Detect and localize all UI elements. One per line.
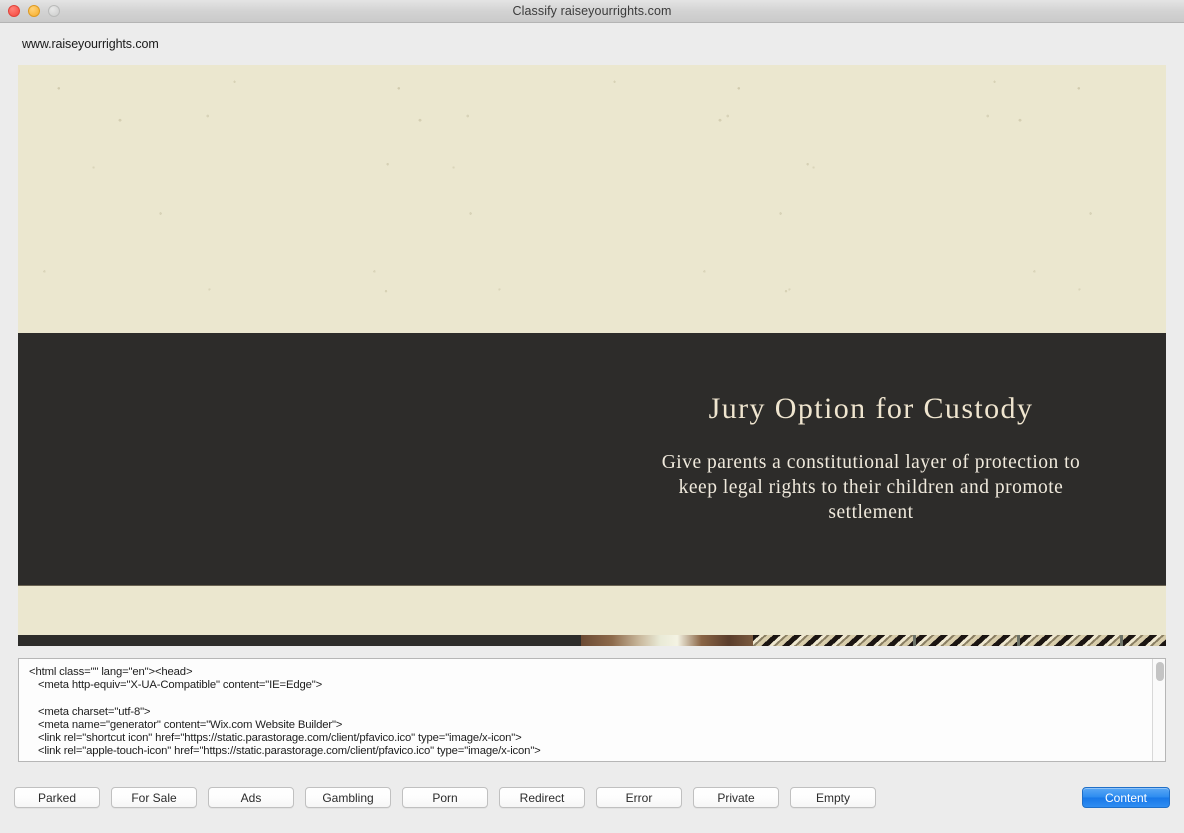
preview-photo-post-2	[1016, 635, 1020, 646]
classify-button-redirect[interactable]: Redirect	[499, 787, 585, 808]
preview-hero-title: Jury Option for Custody	[708, 392, 1034, 426]
preview-hero-content: Jury Option for Custody Give parents a c…	[584, 333, 1158, 585]
minimize-window-icon[interactable]	[28, 5, 40, 17]
html-source-scrollbar[interactable]	[1152, 659, 1165, 761]
preview-photo-post-1	[913, 635, 917, 646]
classify-button-empty[interactable]: Empty	[790, 787, 876, 808]
preview-photo-window-frame	[580, 635, 753, 646]
preview-lower-band	[18, 585, 1166, 636]
classification-toolbar: Parked For Sale Ads Gambling Porn Redire…	[0, 762, 1184, 833]
classify-button-porn[interactable]: Porn	[402, 787, 488, 808]
window-titlebar: Classify raiseyourrights.com	[0, 0, 1184, 23]
preview-hero-subtitle: Give parents a constitutional layer of p…	[661, 452, 1081, 523]
window-title: Classify raiseyourrights.com	[512, 4, 672, 18]
classify-window: Classify raiseyourrights.com www.raiseyo…	[0, 0, 1184, 833]
classify-button-private[interactable]: Private	[693, 787, 779, 808]
html-source-text: <html class="" lang="en"><head> <meta ht…	[29, 666, 541, 758]
preview-photo-strip	[18, 635, 1166, 646]
close-window-icon[interactable]	[8, 5, 20, 17]
classify-button-gambling[interactable]: Gambling	[305, 787, 391, 808]
html-source-scrollbar-thumb[interactable]	[1155, 662, 1164, 681]
site-screenshot-preview[interactable]: Jury Option for Custody Give parents a c…	[18, 65, 1166, 646]
classify-button-content[interactable]: Content	[1082, 787, 1170, 808]
classify-button-for-sale[interactable]: For Sale	[111, 787, 197, 808]
preview-photo-blinds	[752, 635, 1166, 646]
classify-button-error[interactable]: Error	[596, 787, 682, 808]
preview-hero-band: Jury Option for Custody Give parents a c…	[18, 333, 1166, 585]
traffic-light-group	[8, 0, 60, 22]
site-url-label: www.raiseyourrights.com	[22, 37, 159, 51]
classify-button-ads[interactable]: Ads	[208, 787, 294, 808]
html-source-viewer[interactable]: <html class="" lang="en"><head> <meta ht…	[18, 658, 1166, 762]
classify-button-parked[interactable]: Parked	[14, 787, 100, 808]
url-bar: www.raiseyourrights.com	[0, 23, 1184, 65]
preview-photo-post-3	[1120, 635, 1124, 646]
zoom-window-icon	[48, 5, 60, 17]
